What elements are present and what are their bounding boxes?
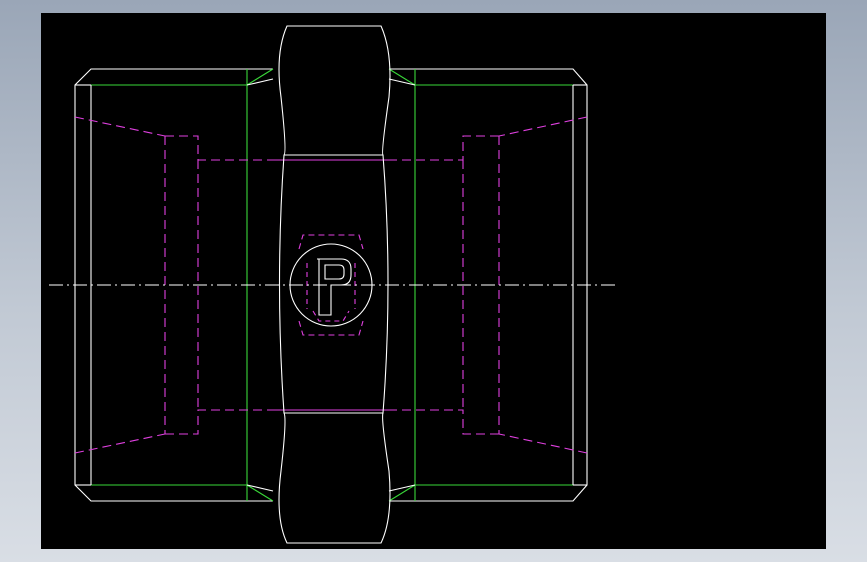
right-thread-taper-top	[388, 68, 416, 86]
right-bore-taper-top	[498, 116, 588, 137]
right-bore-step	[273, 135, 499, 161]
left-bore-taper-bottom	[74, 433, 166, 454]
right-thread-taper-bottom	[388, 484, 416, 502]
left-bore-taper-top	[74, 116, 166, 137]
cad-drawing	[49, 25, 615, 544]
cad-viewport[interactable]	[41, 13, 826, 549]
left-bore-step-bottom	[165, 409, 389, 435]
logo-p-glyph	[317, 258, 352, 316]
right-bore-taper-bottom	[498, 433, 588, 454]
logo-hidden-bottom	[298, 320, 364, 336]
left-thread-taper-bottom	[246, 484, 274, 502]
right-bore-step-bottom	[273, 409, 499, 435]
left-thread-taper-top	[246, 68, 274, 86]
left-bore-step	[165, 135, 389, 161]
logo-hidden-top	[298, 234, 364, 250]
